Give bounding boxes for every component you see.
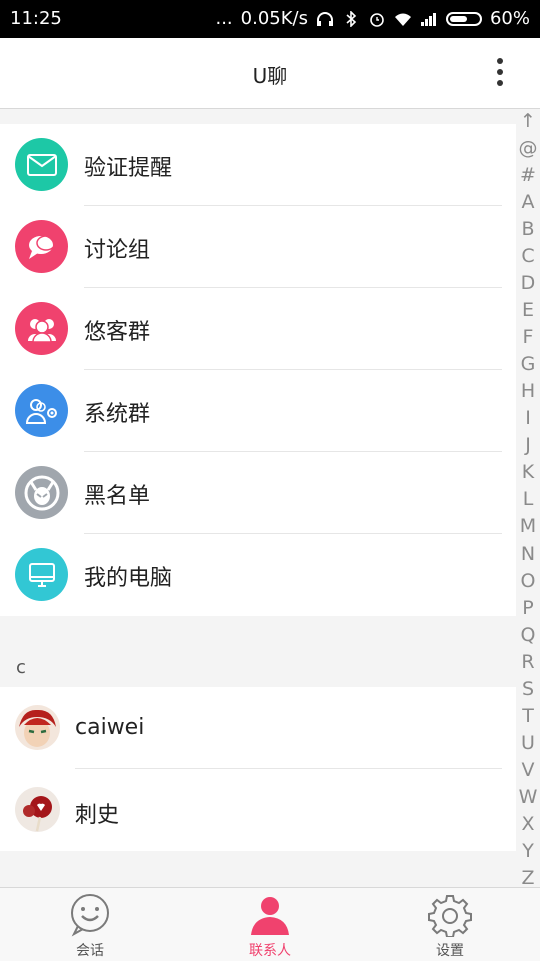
headset-icon <box>316 11 333 26</box>
index-letter[interactable]: T <box>522 706 534 726</box>
index-letter[interactable]: N <box>521 544 535 564</box>
tab-label: 会话 <box>76 943 104 959</box>
index-letter[interactable]: I <box>525 409 531 428</box>
tab-label: 联系人 <box>249 943 291 959</box>
index-letter[interactable]: E <box>522 301 534 320</box>
wifi-icon <box>394 13 411 26</box>
status-dots: ... <box>215 8 233 29</box>
index-letter[interactable]: H <box>521 382 535 401</box>
index-letter[interactable]: R <box>521 652 534 672</box>
people-group-icon <box>15 302 68 355</box>
tab-settings[interactable]: 设置 <box>360 888 540 961</box>
index-letter[interactable]: V <box>522 760 535 780</box>
contact-row[interactable]: caiwei <box>0 687 516 769</box>
bluetooth-icon <box>346 10 357 27</box>
status-bar: 11:25 ... 0.05K/s 60% <box>0 0 540 38</box>
status-time: 11:25 <box>10 8 62 29</box>
index-letter[interactable]: W <box>519 787 538 807</box>
group-label: 黑名单 <box>84 484 151 509</box>
chat-bubbles-icon <box>15 220 68 273</box>
devil-icon <box>15 466 68 519</box>
group-label: 验证提醒 <box>84 156 173 181</box>
net-speed: 0.05K/s <box>240 8 308 29</box>
battery-percent: 60% <box>489 8 530 29</box>
index-letter[interactable]: O <box>521 571 536 591</box>
index-letter[interactable]: G <box>521 355 536 374</box>
status-icons: ... 0.05K/s 60% <box>215 8 530 29</box>
tab-conversations[interactable]: 会话 <box>0 888 180 961</box>
index-letter[interactable]: Z <box>521 868 534 888</box>
index-letter[interactable]: F <box>523 328 534 347</box>
more-vert-icon[interactable] <box>496 58 504 90</box>
index-letter[interactable]: Q <box>521 625 536 645</box>
avatar <box>15 787 60 832</box>
tab-label: 设置 <box>436 943 464 959</box>
index-letter[interactable]: J <box>525 436 531 455</box>
index-letter[interactable]: L <box>523 490 534 509</box>
group-row-my-computer[interactable]: 我的电脑 <box>0 534 516 616</box>
envelope-icon <box>15 138 68 191</box>
index-letter[interactable]: U <box>521 733 535 753</box>
index-letter[interactable]: # <box>520 166 536 185</box>
smile-chat-icon <box>71 894 109 937</box>
person-icon <box>251 897 289 935</box>
bottom-tab-bar: 会话 联系人 设置 <box>0 887 540 961</box>
contact-list: caiwei 刺史 <box>0 687 516 851</box>
avatar <box>15 705 60 750</box>
index-letter[interactable]: Y <box>522 841 534 861</box>
battery-icon <box>445 11 482 26</box>
index-letter[interactable]: B <box>521 220 534 239</box>
index-letter[interactable]: A <box>522 193 535 212</box>
index-letter[interactable]: M <box>520 517 536 536</box>
group-row-verify[interactable]: 验证提醒 <box>0 124 516 206</box>
monitor-icon <box>15 548 68 601</box>
signal-icon <box>420 12 436 26</box>
group-row-discussion[interactable]: 讨论组 <box>0 206 516 288</box>
index-letter[interactable]: X <box>521 814 534 834</box>
app-header: U聊 <box>0 38 540 109</box>
group-row-blacklist[interactable]: 黑名单 <box>0 452 516 534</box>
contact-name: caiwei <box>75 715 145 740</box>
section-header: c <box>16 657 26 678</box>
contact-row[interactable]: 刺史 <box>0 769 516 851</box>
group-label: 我的电脑 <box>84 566 173 591</box>
group-row-system[interactable]: 系统群 <box>0 370 516 452</box>
group-label: 悠客群 <box>84 320 151 345</box>
index-letter[interactable]: D <box>521 274 536 293</box>
alarm-icon <box>370 12 384 27</box>
gear-icon <box>428 895 472 937</box>
index-letter[interactable]: K <box>522 463 534 482</box>
index-letter[interactable]: P <box>522 598 533 618</box>
index-letter[interactable]: @ <box>519 139 538 158</box>
group-row-youke[interactable]: 悠客群 <box>0 288 516 370</box>
people-gear-icon <box>15 384 68 437</box>
page-title: U聊 <box>252 64 288 88</box>
group-list: 验证提醒 讨论组 悠客群 系统群 黑名单 我的电脑 <box>0 124 516 616</box>
contacts-content: 验证提醒 讨论组 悠客群 系统群 黑名单 我的电脑 c caiwei 刺史 <box>0 109 540 887</box>
alphabet-index-bar[interactable]: ↑ @ # A B C D E F G H I J K L M N O P Q R S T U V W X Y Z <box>516 112 540 888</box>
index-letter[interactable]: ↑ <box>520 112 536 131</box>
group-label: 讨论组 <box>84 238 151 263</box>
tab-contacts[interactable]: 联系人 <box>180 888 360 961</box>
group-label: 系统群 <box>84 402 151 427</box>
contact-name: 刺史 <box>75 803 120 828</box>
index-letter[interactable]: C <box>521 247 534 266</box>
index-letter[interactable]: S <box>522 679 534 699</box>
